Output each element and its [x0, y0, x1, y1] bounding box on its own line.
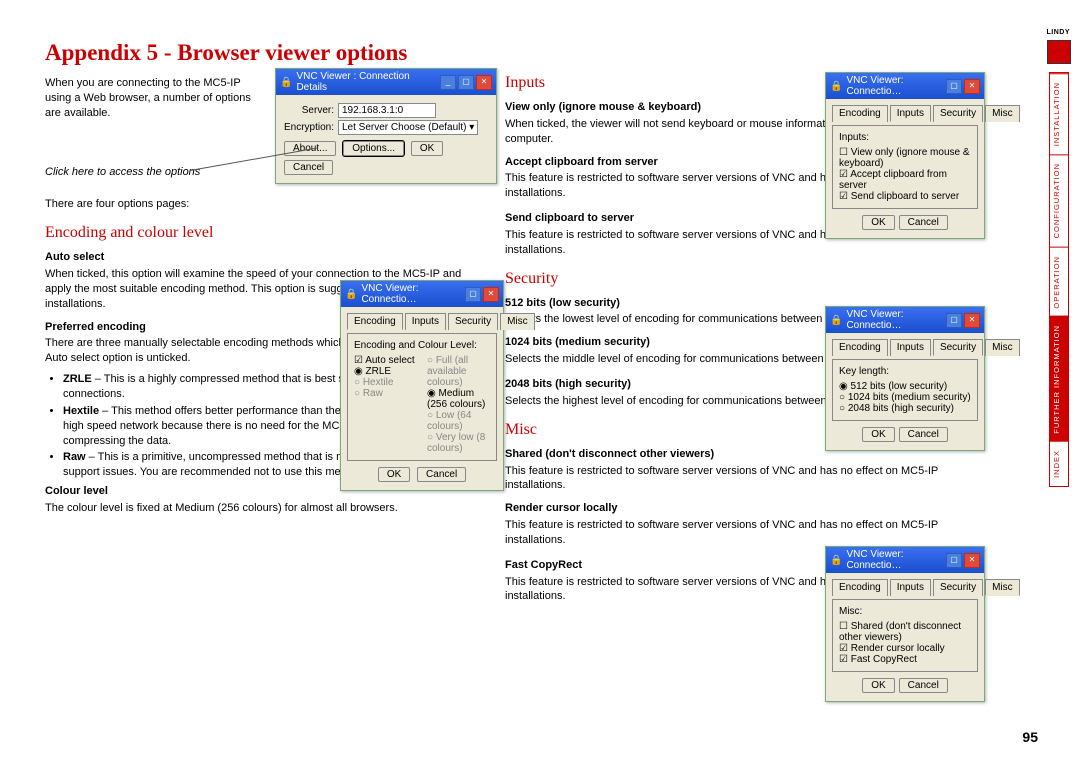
nav-further-info[interactable]: FURTHER INFORMATION [1050, 316, 1068, 442]
nav-installation[interactable]: INSTALLATION [1050, 73, 1068, 154]
four-opts: There are four options pages: [45, 197, 475, 212]
sidebar: INSTALLATION CONFIGURATION OPERATION FUR… [1048, 40, 1070, 487]
callout: Click here to access the options [45, 165, 255, 180]
nav-operation[interactable]: OPERATION [1050, 247, 1068, 317]
intro-text: When you are connecting to the MC5-IP us… [45, 76, 255, 121]
win-security: 🔒 VNC Viewer: Connectio…▢✕ EncodingInput… [825, 306, 985, 451]
lindy-logo [1047, 40, 1071, 64]
cancel-btn[interactable]: Cancel [284, 160, 333, 175]
ok-btn[interactable]: OK [411, 141, 443, 156]
options-btn[interactable]: Options... [343, 141, 404, 156]
colour-t: The colour level is fixed at Medium (256… [45, 501, 475, 516]
win-encoding: 🔒 VNC Viewer: Connectio…▢✕ Encoding Inpu… [340, 280, 504, 491]
win-conn: 🔒 VNC Viewer : Connection Details_▢✕ Ser… [275, 68, 497, 184]
win-misc: 🔒 VNC Viewer: Connectio…▢✕ EncodingInput… [825, 546, 985, 702]
page-number: 95 [1022, 729, 1038, 745]
nav-configuration[interactable]: CONFIGURATION [1050, 154, 1068, 246]
nav-index[interactable]: INDEX [1050, 442, 1068, 486]
h-encoding: Encoding and colour level [45, 224, 475, 242]
render-t: This feature is restricted to software s… [505, 518, 975, 548]
auto-h: Auto select [45, 250, 475, 265]
shared-t: This feature is restricted to software s… [505, 464, 975, 494]
render-h: Render cursor locally [505, 501, 975, 516]
win-inputs: 🔒 VNC Viewer: Connectio…▢✕ EncodingInput… [825, 72, 985, 239]
page-title: Appendix 5 - Browser viewer options [45, 40, 1035, 66]
h-security: Security [505, 270, 975, 288]
